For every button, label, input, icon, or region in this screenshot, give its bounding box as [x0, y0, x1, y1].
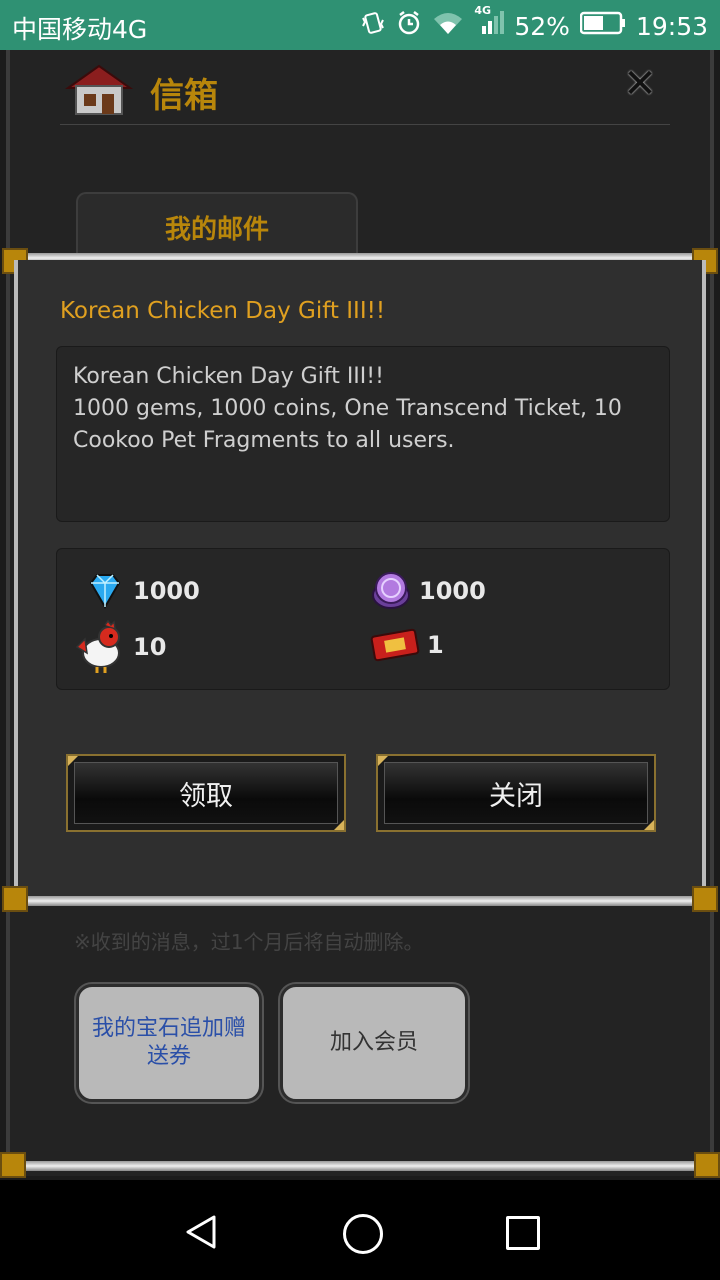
- recent-apps-icon[interactable]: [506, 1216, 540, 1250]
- status-icons: 4G 52% 19:53: [360, 4, 708, 42]
- wifi-icon: [432, 10, 464, 42]
- reward-coins: 1000: [369, 569, 486, 613]
- frame-bar: [14, 1161, 706, 1171]
- clock: 19:53: [635, 11, 708, 41]
- frame-corner: [0, 1152, 26, 1178]
- dialog-corner: [2, 886, 28, 912]
- claim-button[interactable]: 领取: [66, 754, 346, 832]
- ticket-icon: [369, 623, 421, 667]
- join-member-label: 加入会员: [329, 1030, 418, 1055]
- close-button[interactable]: 关闭: [376, 754, 656, 832]
- chicken-pet-icon: [71, 619, 127, 675]
- mail-message-line: Korean Chicken Day Gift III!!: [73, 364, 384, 389]
- network-badge: 4G: [474, 4, 492, 17]
- dialog-bottom-bar: [14, 896, 706, 906]
- reward-gems-value: 1000: [133, 577, 200, 605]
- reward-list: 1000 1000 10 1: [56, 548, 670, 690]
- mailbox-house-icon: [64, 62, 134, 118]
- back-icon[interactable]: [184, 1214, 220, 1254]
- mailbox-header: 信箱 ✕: [60, 58, 670, 125]
- panel-bottom-frame: [0, 1152, 720, 1178]
- auto-delete-note: ※收到的消息，过1个月后将自动删除。: [74, 930, 424, 954]
- alarm-icon: [396, 10, 422, 42]
- dialog-corner: [692, 886, 718, 912]
- frame-corner: [694, 1152, 720, 1178]
- battery-percent: 52%: [514, 11, 570, 41]
- reward-pet-fragments: 10: [71, 619, 166, 675]
- reward-transcend-ticket: 1: [369, 623, 444, 667]
- status-bar: 中国移动4G 4G 52% 19:53: [0, 0, 720, 50]
- tab-my-mail[interactable]: 我的邮件: [76, 192, 358, 254]
- claim-button-label: 领取: [179, 780, 233, 812]
- mailbox-title: 信箱: [150, 76, 218, 116]
- signal-icon: 4G: [474, 4, 505, 42]
- close-button-label: 关闭: [489, 780, 543, 812]
- mail-message-line: 1000 gems, 1000 coins, One Transcend Tic…: [73, 396, 622, 421]
- mail-message: Korean Chicken Day Gift III!! 1000 gems,…: [56, 346, 670, 522]
- home-icon[interactable]: [343, 1214, 383, 1254]
- gem-icon: [83, 569, 127, 613]
- reward-coins-value: 1000: [419, 577, 486, 605]
- reward-gems: 1000: [83, 569, 200, 613]
- join-member-button[interactable]: 加入会员: [280, 984, 468, 1102]
- carrier-label: 中国移动4G: [12, 15, 148, 44]
- mail-detail-dialog: Korean Chicken Day Gift III!! Korean Chi…: [0, 248, 720, 912]
- battery-icon: [579, 11, 626, 41]
- mail-title: Korean Chicken Day Gift III!!: [60, 298, 386, 324]
- gem-voucher-label: 我的宝石追加赠送券: [91, 1016, 246, 1069]
- reward-ticket-value: 1: [427, 631, 444, 659]
- vibrate-icon: [360, 10, 386, 42]
- close-icon[interactable]: ✕: [622, 64, 658, 104]
- mail-message-line: Cookoo Pet Fragments to all users.: [73, 428, 455, 453]
- dialog-body: Korean Chicken Day Gift III!! Korean Chi…: [14, 260, 706, 896]
- coin-icon: [369, 569, 413, 613]
- reward-pet-fragments-value: 10: [133, 633, 167, 661]
- gem-voucher-button[interactable]: 我的宝石追加赠送券: [76, 984, 262, 1102]
